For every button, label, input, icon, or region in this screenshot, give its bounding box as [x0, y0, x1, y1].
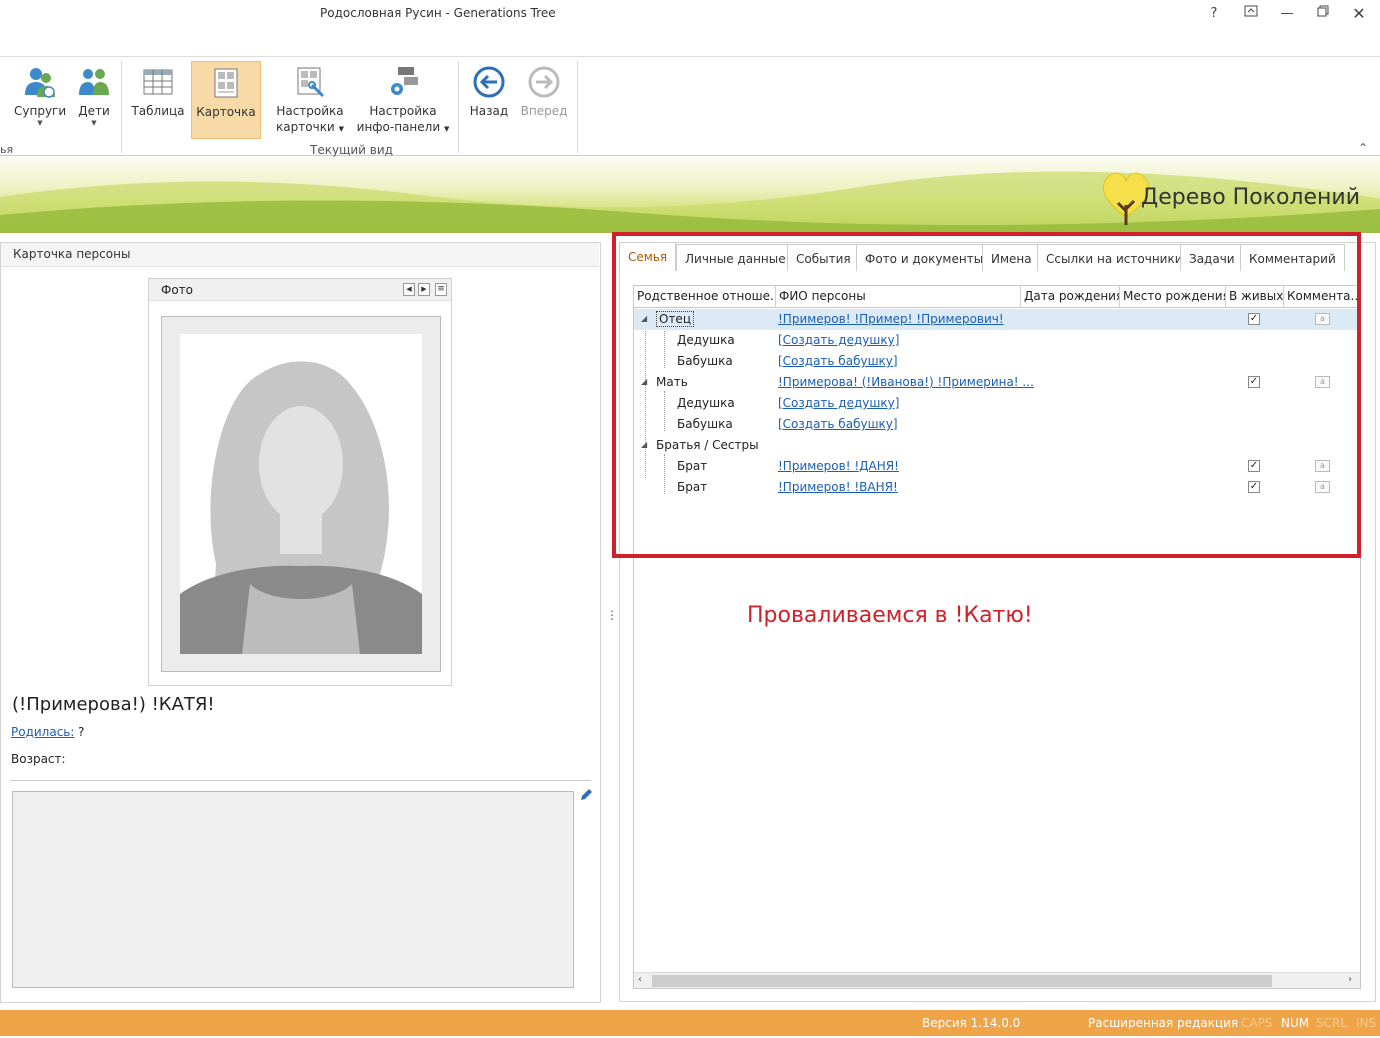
group-label: Текущий вид: [310, 143, 393, 157]
highlight-box: [612, 232, 1361, 558]
window-title: Родословная Русин - Generations Tree: [320, 6, 556, 20]
table-view-label: Таблица: [131, 104, 185, 118]
brand-banner: Дерево Поколений: [0, 157, 1380, 233]
back-label: Назад: [469, 104, 509, 118]
version-label: Версия 1.14.0.0: [922, 1016, 1021, 1030]
forward-icon: [528, 66, 560, 98]
back-button[interactable]: Назад: [466, 61, 512, 119]
divider: [10, 780, 591, 781]
card-settings-label-1: Настройка: [276, 104, 344, 118]
born-value: ?: [78, 725, 85, 739]
dropdown-arrow-icon: ▼: [91, 119, 97, 127]
spouses-icon: [25, 68, 55, 98]
annotation-text: Проваливаемся в !Катю!: [747, 603, 1033, 628]
photo-menu-icon[interactable]: ≡: [435, 283, 447, 296]
group-label-partial: ья: [0, 143, 14, 156]
photo-header-label: Фото: [161, 283, 194, 297]
card-settings-icon: [297, 67, 325, 98]
infopanel-settings-label-1: Настройка: [369, 104, 437, 118]
person-card-header: Карточка персоны: [1, 243, 599, 267]
scroll-right-icon[interactable]: ›: [1348, 974, 1352, 985]
scroll-left-icon[interactable]: ‹: [638, 974, 642, 985]
collapse-ribbon-icon[interactable]: ⌃: [1358, 141, 1368, 155]
photo-placeholder[interactable]: [161, 316, 441, 672]
age-label: Возраст:: [11, 752, 66, 766]
forward-button[interactable]: Вперед: [518, 61, 570, 119]
ins-indicator: INS: [1356, 1016, 1377, 1030]
ribbon-separator: [577, 61, 578, 153]
restore-icon[interactable]: [1308, 2, 1338, 26]
children-label: Дети: [78, 104, 110, 118]
photo-next-icon[interactable]: ▶: [418, 283, 430, 296]
close-icon[interactable]: ✕: [1344, 2, 1374, 26]
notes-area[interactable]: [12, 791, 574, 988]
forward-label: Вперед: [520, 104, 568, 118]
infopanel-settings-label-2: инфо-панели ▼: [356, 120, 450, 134]
ribbon-display-icon[interactable]: [1236, 2, 1266, 26]
dropdown-arrow-icon: ▼: [37, 119, 43, 127]
card-view-button[interactable]: Карточка: [191, 61, 261, 139]
table-view-button[interactable]: Таблица: [128, 61, 188, 119]
caps-indicator: CAPS: [1241, 1016, 1273, 1030]
photo-prev-icon[interactable]: ◀: [403, 283, 415, 296]
card-settings-button[interactable]: Настройка карточки ▼: [272, 61, 348, 137]
ribbon: ья Супруги ▼ Дети ▼ Таблица Карточка Нас…: [0, 56, 1380, 157]
num-indicator: NUM: [1281, 1016, 1310, 1030]
edition-label: Расширенная редакция: [1088, 1016, 1239, 1030]
card-view-label: Карточка: [196, 105, 256, 119]
photo-frame: Фото ◀ ▶ ≡: [148, 278, 452, 686]
splitter-handle[interactable]: ⋮: [606, 609, 618, 632]
female-silhouette-icon: [180, 334, 422, 654]
help-button[interactable]: ?: [1199, 2, 1229, 26]
ribbon-separator: [121, 61, 122, 153]
brand-name: Дерево Поколений: [1141, 185, 1360, 210]
table-icon: [143, 69, 173, 95]
infopanel-settings-button[interactable]: Настройка инфо-панели ▼: [354, 61, 452, 137]
title-bar: Родословная Русин - Generations Tree ? —…: [0, 0, 1380, 30]
ribbon-separator: [458, 61, 459, 153]
status-bar: Версия 1.14.0.0 Расширенная редакция CAP…: [0, 1010, 1380, 1036]
horizontal-scrollbar[interactable]: ‹ ›: [634, 972, 1360, 988]
person-name: (!Примерова!) !КАТЯ!: [12, 694, 215, 715]
card-icon: [214, 68, 238, 98]
pencil-icon[interactable]: [578, 787, 594, 803]
card-settings-label-2: карточки ▼: [276, 120, 344, 134]
scrl-indicator: SCRL: [1316, 1016, 1348, 1030]
infopanel-settings-icon: [391, 67, 418, 95]
children-icon: [79, 69, 109, 95]
born-link[interactable]: Родилась:: [11, 725, 74, 739]
scrollbar-thumb[interactable]: [652, 975, 1272, 987]
spouses-button[interactable]: Супруги ▼: [14, 61, 66, 127]
spouses-label: Супруги: [14, 104, 67, 118]
children-button[interactable]: Дети ▼: [72, 61, 116, 127]
minimize-icon[interactable]: —: [1272, 2, 1302, 26]
back-icon: [473, 66, 505, 98]
